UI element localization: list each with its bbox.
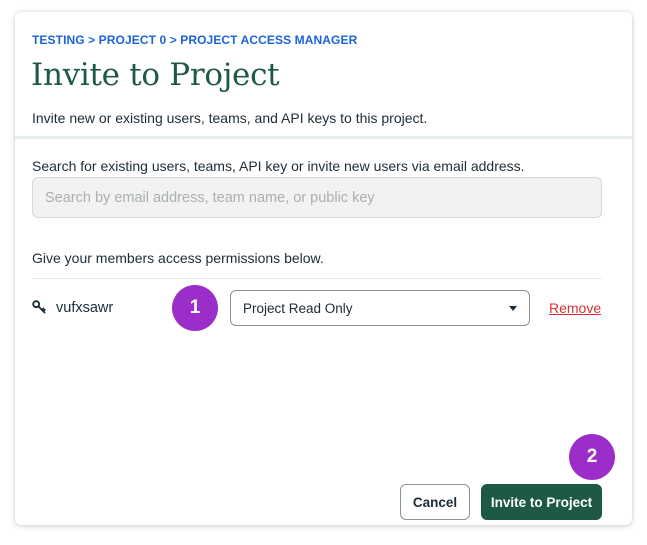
role-select[interactable]: Project Read Only — [230, 290, 530, 326]
page-title: Invite to Project — [31, 57, 280, 93]
header-divider — [15, 136, 632, 139]
search-label: Search for existing users, teams, API ke… — [32, 158, 525, 174]
invite-to-project-button[interactable]: Invite to Project — [481, 484, 602, 520]
invite-modal: TESTING > PROJECT 0 > PROJECT ACCESS MAN… — [15, 12, 632, 525]
permissions-label: Give your members access permissions bel… — [32, 250, 324, 266]
search-input[interactable] — [32, 177, 602, 218]
role-select-value: Project Read Only — [243, 300, 353, 316]
page-subtitle: Invite new or existing users, teams, and… — [32, 110, 428, 126]
breadcrumb[interactable]: TESTING > PROJECT 0 > PROJECT ACCESS MAN… — [32, 33, 357, 47]
permissions-divider — [32, 278, 602, 279]
member-row: vufxsawr Project Read Only Remove — [32, 290, 602, 326]
member-name: vufxsawr — [56, 300, 114, 316]
step-badge-1: 1 — [172, 285, 218, 331]
caret-down-icon — [509, 305, 517, 311]
remove-member-link[interactable]: Remove — [549, 300, 601, 316]
step-badge-2: 2 — [569, 434, 615, 480]
cancel-button[interactable]: Cancel — [400, 484, 470, 520]
key-icon — [32, 300, 46, 314]
